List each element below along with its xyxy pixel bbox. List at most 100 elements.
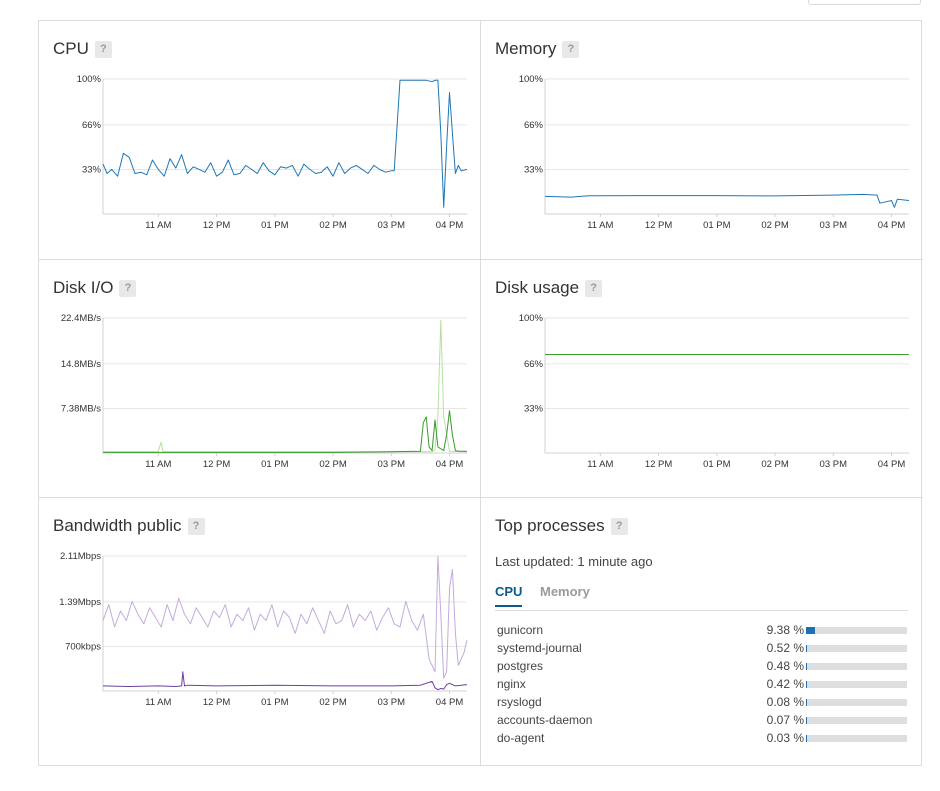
process-name: do-agent	[497, 731, 545, 745]
y-tick-label: 100%	[519, 313, 544, 324]
process-cpu-value: 0.07 %	[766, 713, 804, 727]
x-tick-label: 04 PM	[878, 459, 906, 470]
x-tick-label: 12 PM	[645, 459, 673, 470]
x-tick-label: 01 PM	[261, 459, 289, 470]
process-usage-bar	[806, 663, 907, 670]
process-row: accounts-daemon 0.07 %	[497, 712, 908, 730]
process-usage-bar	[806, 699, 907, 706]
process-usage-fill	[806, 681, 807, 688]
bandwidth-series-line-0	[102, 556, 468, 679]
x-tick-label: 03 PM	[378, 220, 406, 231]
process-cpu-value: 0.52 %	[766, 641, 804, 655]
process-name: accounts-daemon	[497, 713, 593, 727]
process-usage-bar	[806, 681, 907, 688]
y-tick-label: 7.38MB/s	[61, 403, 101, 414]
y-tick-label: 700kbps	[65, 641, 101, 652]
x-tick-label: 04 PM	[878, 220, 906, 231]
x-tick-label: 02 PM	[319, 697, 347, 708]
x-tick-label: 04 PM	[436, 459, 464, 470]
y-tick-label: 66%	[524, 359, 544, 370]
process-usage-bar	[806, 717, 907, 724]
process-name: nginx	[497, 677, 526, 691]
y-tick-label: 14.8MB/s	[61, 359, 101, 370]
memory-panel: Memory ? 100% 66% 33% 11 AM 12 PM 01 PM 02 PM 0…	[481, 21, 923, 260]
x-tick-label: 01 PM	[261, 220, 289, 231]
top-processes-panel: Top processes ? Last updated: 1 minute a…	[481, 498, 923, 765]
process-usage-fill	[806, 627, 815, 634]
process-row: nginx 0.42 %	[497, 676, 908, 694]
x-tick-label: 11 AM	[587, 220, 613, 231]
time-range-select[interactable]	[808, 0, 921, 5]
process-row: rsyslogd 0.08 %	[497, 694, 908, 712]
disk-usage-chart: 100% 66% 33% 11 AM 12 PM 01 PM 02 PM 03 PM 04 PM	[519, 313, 909, 470]
disk-io-chart: 22.4MB/s 14.8MB/s 7.38MB/s 11 AM 12 PM 01 PM 0…	[61, 313, 468, 470]
x-tick-label: 02 PM	[319, 220, 347, 231]
process-usage-fill	[806, 717, 807, 724]
y-tick-label: 66%	[82, 120, 102, 131]
x-tick-label: 03 PM	[820, 459, 848, 470]
process-usage-fill	[806, 645, 807, 652]
y-tick-label: 33%	[524, 403, 544, 414]
process-tabs: CPU Memory	[495, 584, 908, 611]
y-tick-label: 66%	[524, 120, 544, 131]
x-tick-label: 12 PM	[203, 220, 231, 231]
x-tick-label: 04 PM	[436, 220, 464, 231]
x-tick-label: 01 PM	[703, 459, 731, 470]
x-tick-label: 12 PM	[203, 459, 231, 470]
y-tick-label: 33%	[82, 164, 102, 175]
cpu-series-line-0	[102, 79, 468, 208]
process-cpu-value: 0.03 %	[766, 731, 804, 745]
x-tick-label: 02 PM	[319, 459, 347, 470]
disk-io-panel: Disk I/O ? 22.4MB/s 14.8MB/s 7.38MB/s 11 AM…	[39, 260, 481, 498]
process-cpu-value: 0.42 %	[766, 677, 804, 691]
top-processes-panel-header: Top processes ?	[495, 516, 628, 536]
process-list: gunicorn 9.38 % systemd-journal 0.52 % postg…	[497, 622, 908, 748]
tab-cpu[interactable]: CPU	[495, 584, 523, 607]
bandwidth-chart: 2.11Mbps 1.39Mbps 700kbps 11 AM 12 PM 01 PM 02…	[59, 551, 468, 708]
memory-series-line-0	[544, 193, 910, 208]
y-tick-label: 2.11Mbps	[60, 551, 101, 562]
tab-memory[interactable]: Memory	[540, 584, 590, 605]
x-tick-label: 03 PM	[378, 697, 406, 708]
process-cpu-value: 9.38 %	[766, 623, 804, 637]
last-updated-text: Last updated: 1 minute ago	[495, 554, 653, 569]
x-tick-label: 11 AM	[587, 459, 613, 470]
x-tick-label: 02 PM	[761, 459, 789, 470]
process-name: gunicorn	[497, 623, 544, 637]
y-tick-label: 1.39Mbps	[59, 597, 101, 608]
process-usage-fill	[806, 699, 807, 706]
top-processes-help-icon[interactable]: ?	[610, 517, 628, 535]
x-tick-label: 11 AM	[145, 459, 171, 470]
process-cpu-value: 0.48 %	[766, 659, 804, 673]
process-row: systemd-journal 0.52 %	[497, 640, 908, 658]
process-usage-fill	[806, 735, 807, 742]
process-name: rsyslogd	[497, 695, 542, 709]
cpu-chart: 100% 66% 33% 11 AM 12 PM 01 PM 02 PM 03 PM 04 PM	[77, 74, 468, 231]
process-name: systemd-journal	[497, 641, 582, 655]
x-tick-label: 03 PM	[378, 459, 406, 470]
bandwidth-series-line-1	[102, 671, 468, 691]
x-tick-label: 12 PM	[203, 697, 231, 708]
y-tick-label: 33%	[524, 164, 544, 175]
process-row: postgres 0.48 %	[497, 658, 908, 676]
x-tick-label: 04 PM	[436, 697, 464, 708]
y-tick-label: 100%	[519, 74, 544, 85]
process-usage-fill	[806, 663, 807, 670]
x-tick-label: 11 AM	[145, 697, 171, 708]
bandwidth-panel: Bandwidth public ? 2.11Mbps 1.39Mbps 700kb…	[39, 498, 481, 765]
process-row: do-agent 0.03 %	[497, 730, 908, 748]
x-tick-label: 12 PM	[645, 220, 673, 231]
x-tick-label: 01 PM	[261, 697, 289, 708]
disk-usage-panel: Disk usage ? 100% 66% 33% 11 AM 12 PM 01 PM 02…	[481, 260, 923, 498]
process-usage-bar	[806, 627, 907, 634]
x-tick-label: 11 AM	[145, 220, 171, 231]
disk_io-series-line-0	[103, 319, 468, 453]
x-tick-label: 01 PM	[703, 220, 731, 231]
process-usage-bar	[806, 645, 907, 652]
x-tick-label: 03 PM	[820, 220, 848, 231]
cpu-panel: CPU ? 100% 66% 33% 11 AM 12 PM 01 PM 02 PM 03 P…	[39, 21, 481, 260]
disk_io-series-line-1	[103, 410, 467, 453]
metrics-grid: CPU ? 100% 66% 33% 11 AM 12 PM 01 PM 02 PM 03 P…	[38, 20, 923, 766]
process-row: gunicorn 9.38 %	[497, 622, 908, 640]
y-tick-label: 22.4MB/s	[61, 313, 101, 324]
